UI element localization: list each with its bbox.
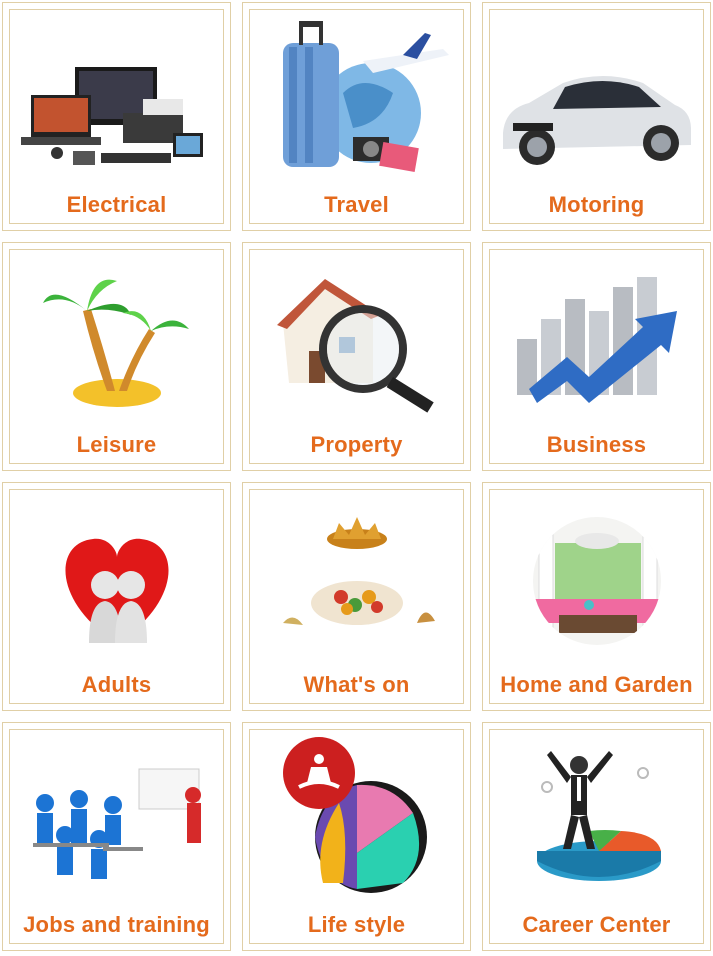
palm-tree-island-icon	[13, 253, 220, 423]
category-label: Life style	[307, 912, 406, 937]
electronics-icon	[13, 13, 220, 183]
category-card-motoring[interactable]: Motoring	[482, 2, 711, 231]
heart-couple-icon	[13, 493, 220, 663]
category-card-jobs-and-training[interactable]: Jobs and training	[2, 722, 231, 951]
category-card-whats-on[interactable]: What's on	[242, 482, 471, 711]
category-label: Jobs and training	[23, 912, 210, 937]
category-card-home-and-garden[interactable]: Home and Garden	[482, 482, 711, 711]
category-card-business[interactable]: Business	[482, 242, 711, 471]
category-grid: Electrical Travel Motoring Leisure Prope…	[0, 0, 713, 956]
luggage-airplane-globe-icon	[253, 13, 460, 183]
category-label: Career Center	[522, 912, 671, 937]
category-card-property[interactable]: Property	[242, 242, 471, 471]
category-card-career-center[interactable]: Career Center	[482, 722, 711, 951]
growth-chart-arrow-icon	[493, 253, 700, 423]
category-card-leisure[interactable]: Leisure	[2, 242, 231, 471]
category-label: Home and Garden	[500, 672, 693, 697]
house-magnifier-icon	[253, 253, 460, 423]
patio-room-icon	[493, 493, 700, 663]
category-card-travel[interactable]: Travel	[242, 2, 471, 231]
category-label: Leisure	[76, 432, 157, 457]
food-crown-icon	[253, 493, 460, 663]
classroom-presentation-icon	[13, 733, 220, 903]
yoga-faces-icon	[253, 733, 460, 903]
category-card-electrical[interactable]: Electrical	[2, 2, 231, 231]
success-pie-chart-icon	[493, 733, 700, 903]
category-card-life-style[interactable]: Life style	[242, 722, 471, 951]
car-icon	[493, 13, 700, 183]
category-label: Business	[546, 432, 647, 457]
category-label: Motoring	[548, 192, 645, 217]
category-label: Travel	[324, 192, 389, 217]
category-label: What's on	[303, 672, 410, 697]
category-label: Electrical	[66, 192, 167, 217]
category-label: Property	[310, 432, 403, 457]
category-label: Adults	[81, 672, 152, 697]
category-card-adults[interactable]: Adults	[2, 482, 231, 711]
